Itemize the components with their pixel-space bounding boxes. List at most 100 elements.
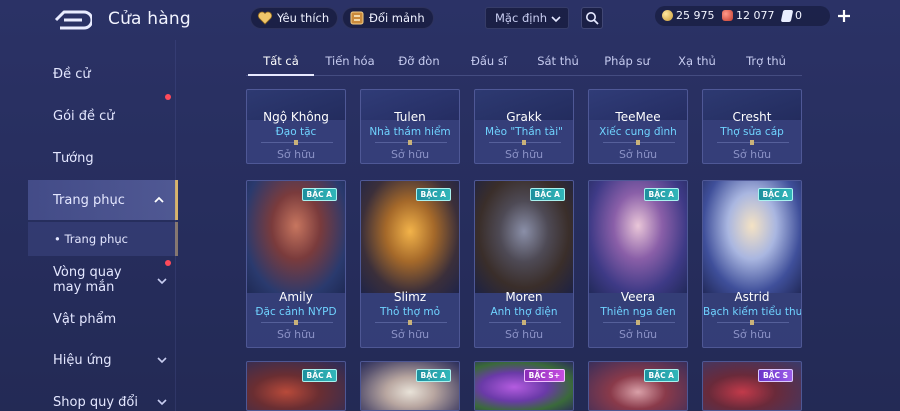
sidebar-item-skins[interactable]: Trang phục xyxy=(28,180,178,220)
tab-marksman[interactable]: Xạ thủ xyxy=(662,54,732,68)
tier-badge: BẬC A xyxy=(301,369,337,382)
sidebar-item-featured[interactable]: Đề cử xyxy=(28,54,178,94)
tier-badge: BẬC S xyxy=(757,369,793,382)
skin-card[interactable]: BẬC S xyxy=(702,361,802,411)
sidebar-subitem-skins[interactable]: • Trang phục xyxy=(28,222,178,256)
tab-all[interactable]: Tất cả xyxy=(246,54,316,68)
owned-status: Sở hữu xyxy=(390,328,430,341)
divider xyxy=(261,320,333,325)
diamond-balance: 0 xyxy=(780,9,802,22)
tier-badge: BẬC A xyxy=(757,188,793,201)
tab-fighter[interactable]: Đấu sĩ xyxy=(454,54,524,68)
owned-status: Sở hữu xyxy=(618,148,658,161)
hero-name: Tulen xyxy=(394,110,426,124)
search-button[interactable] xyxy=(581,7,603,29)
skin-card[interactable]: TeeMee Xiếc cung đình Sở hữu xyxy=(588,89,688,164)
tier-badge: BẬC A xyxy=(415,369,451,382)
owned-status: Sở hữu xyxy=(732,328,772,341)
voucher-icon xyxy=(722,10,733,21)
hero-name: Astrid xyxy=(734,290,770,304)
hero-name: Veera xyxy=(620,290,656,304)
sidebar-item-items[interactable]: Vật phẩm xyxy=(28,299,178,339)
skin-card[interactable]: Tulen Nhà thám hiểm Sở hữu xyxy=(360,89,460,164)
owned-status: Sở hữu xyxy=(504,148,544,161)
tab-assassin[interactable]: Sát thủ xyxy=(523,54,593,68)
skin-card[interactable]: Ngộ Không Đạo tặc Sở hữu xyxy=(246,89,346,164)
divider xyxy=(603,140,675,145)
tab-mage[interactable]: Pháp sư xyxy=(592,54,662,68)
skin-card[interactable]: BẬC A Amily Đặc cảnh NYPD Sở hữu xyxy=(246,180,346,348)
voucher-balance: 12 077 xyxy=(722,9,775,22)
skin-card[interactable]: BẬC A Veera Thiên nga đen Sở hữu xyxy=(588,180,688,348)
skin-card[interactable]: BẬC A xyxy=(360,361,460,411)
skin-card[interactable]: BẬC A xyxy=(246,361,346,411)
skin-name: Bạch kiếm tiểu thư xyxy=(703,306,802,318)
skin-card[interactable]: Cresht Thợ sửa cáp Sở hữu xyxy=(702,89,802,164)
skin-card[interactable]: BẬC A Astrid Bạch kiếm tiểu thư Sở hữu xyxy=(702,180,802,348)
skin-name: Đặc cảnh NYPD xyxy=(255,306,337,318)
divider xyxy=(375,140,447,145)
top-bar: Cửa hàng Yêu thích Đổi mảnh Mặc định 25 … xyxy=(0,0,900,36)
divider xyxy=(489,320,561,325)
chevron-down-icon xyxy=(551,16,561,23)
divider xyxy=(261,140,333,145)
sidebar-item-exchange-shop[interactable]: Shop quy đổi xyxy=(28,382,178,411)
skin-name: Anh thợ điện xyxy=(490,306,558,318)
category-tabs: Tất cả Tiến hóa Đỡ đòn Đấu sĩ Sát thủ Ph… xyxy=(246,50,802,76)
exchange-button[interactable]: Đổi mảnh xyxy=(342,7,434,29)
skin-card[interactable]: BẬC A Slimz Thỏ thợ mỏ Sở hữu xyxy=(360,180,460,348)
sidebar-divider xyxy=(175,40,176,411)
skin-card[interactable]: BẬC S+ xyxy=(474,361,574,411)
sidebar-item-effects[interactable]: Hiệu ứng xyxy=(28,340,178,380)
exchange-label: Đổi mảnh xyxy=(369,11,425,25)
skin-name: Thỏ thợ mỏ xyxy=(379,306,441,318)
skin-card[interactable]: BẬC A Moren Anh thợ điện Sở hữu xyxy=(474,180,574,348)
hero-name: Ngộ Không xyxy=(263,110,329,124)
plus-icon xyxy=(838,10,850,22)
tier-badge: BẬC S+ xyxy=(523,369,565,382)
skin-name: Thợ sửa cáp xyxy=(720,126,784,138)
notification-dot xyxy=(165,94,171,100)
favorites-button[interactable]: Yêu thích xyxy=(250,7,339,29)
owned-status: Sở hữu xyxy=(390,148,430,161)
skin-name: Đạo tặc xyxy=(275,126,317,138)
gold-balance: 25 975 xyxy=(662,9,715,22)
skin-name: Mèo "Thần tài" xyxy=(485,126,563,138)
skin-card[interactable]: BẬC A xyxy=(588,361,688,411)
active-tab-indicator xyxy=(248,74,314,76)
back-arrow-icon[interactable] xyxy=(54,10,92,30)
top-up-button[interactable] xyxy=(834,6,854,26)
sidebar-item-lucky-spin[interactable]: Vòng quay may mắn xyxy=(28,258,178,302)
tab-evolution[interactable]: Tiến hóa xyxy=(315,54,385,68)
owned-status: Sở hữu xyxy=(276,328,316,341)
owned-status: Sở hữu xyxy=(732,148,772,161)
divider xyxy=(375,320,447,325)
notification-dot xyxy=(165,260,171,266)
page-title: Cửa hàng xyxy=(108,9,191,29)
owned-status: Sở hữu xyxy=(618,328,658,341)
hero-name: Slimz xyxy=(393,290,427,304)
sidebar-item-heroes[interactable]: Tướng xyxy=(28,138,178,178)
gold-coin-icon xyxy=(662,10,673,21)
tab-tank[interactable]: Đỡ đòn xyxy=(384,54,454,68)
sort-value: Mặc định xyxy=(495,11,548,25)
divider xyxy=(717,140,789,145)
divider xyxy=(717,320,789,325)
sidebar-item-bundles[interactable]: Gói đề cử xyxy=(28,94,178,136)
favorites-label: Yêu thích xyxy=(277,11,330,25)
skin-name: Xiếc cung đình xyxy=(599,126,677,138)
search-icon xyxy=(586,12,599,25)
skin-card[interactable]: Grakk Mèo "Thần tài" Sở hữu xyxy=(474,89,574,164)
tier-badge: BẬC A xyxy=(415,188,451,201)
tier-badge: BẬC A xyxy=(301,188,337,201)
divider xyxy=(603,320,675,325)
tab-support[interactable]: Trợ thủ xyxy=(731,54,801,68)
chevron-down-icon xyxy=(157,399,167,406)
sort-dropdown[interactable]: Mặc định xyxy=(485,7,569,29)
divider xyxy=(489,140,561,145)
tier-badge: BẬC A xyxy=(529,188,565,201)
hero-name: Grakk xyxy=(506,110,542,124)
chevron-down-icon xyxy=(157,357,167,364)
hero-name: Cresht xyxy=(732,110,772,124)
chevron-down-icon xyxy=(157,278,167,285)
